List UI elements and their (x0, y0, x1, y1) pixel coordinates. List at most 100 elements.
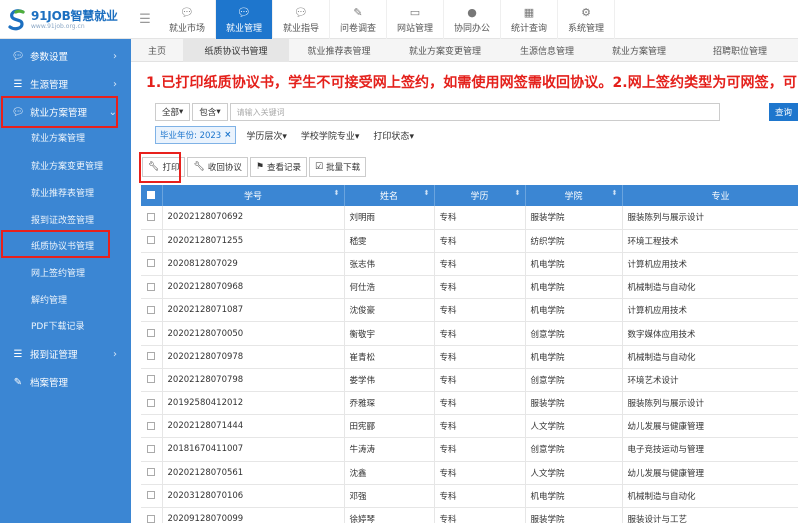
topnav-label: 统计查询 (510, 23, 547, 34)
table-row[interactable]: 20203128070106 邓强 专科 机电学院 机械制造与自动化 (141, 484, 798, 508)
table-row[interactable]: 20202128071255 嵇雯 专科 纺织学院 环境工程技术 (141, 229, 798, 253)
logo[interactable]: 91JOB智慧就业 www.91job.org.cn (0, 0, 131, 39)
graduation-year-chip[interactable]: 毕业年份: 2023 × (155, 126, 237, 144)
student-id-cell: 20202128071444 (162, 414, 345, 439)
row-checkbox[interactable] (141, 321, 163, 346)
school-major-filter[interactable]: 学校学院专业▾ (301, 129, 360, 142)
recall-label: 收回协议 (207, 163, 242, 173)
match-mode-select[interactable]: 包含 ▾ (192, 103, 228, 121)
filter-label: 学历层次 (246, 131, 283, 142)
student-id-cell: 2020812807029 (162, 252, 345, 277)
education-level-filter[interactable]: 学历层次▾ (246, 129, 287, 142)
table-row[interactable]: 2020812807029 张志伟 专科 机电学院 计算机应用技术 (141, 252, 798, 277)
row-checkbox[interactable] (141, 345, 163, 369)
students-table: 学号 ⬍ 姓名 ⬍ 学历 ⬍ 学院 ⬍ 专业 20202128070692 刘明雨 专科 服装… (141, 185, 798, 523)
topnav-employment-management[interactable]: 💬︎ 就业管理 (216, 0, 273, 39)
tab-employment-plan[interactable]: 就业方案管理 (593, 39, 685, 62)
recall-agreement-button[interactable]: 🔧︎ 收回协议 (187, 157, 248, 177)
topnav-survey[interactable]: ✎ 问卷调查 (330, 0, 387, 39)
table-row[interactable]: 20202128070561 沈鑫 专科 人文学院 幼儿发展与健康管理 (141, 461, 798, 485)
view-log-button[interactable]: ⚑ 查看记录 (249, 157, 307, 177)
topnav-system-management[interactable]: ⚙ 系统管理 (558, 0, 615, 39)
major-cell: 计算机应用技术 (622, 252, 798, 277)
tab-student-info[interactable]: 生源信息管理 (501, 39, 593, 62)
chat-icon: 💬︎ (180, 5, 194, 19)
topnav-job-market[interactable]: 💬︎ 就业市场 (159, 0, 216, 39)
batch-download-button[interactable]: ☑ 批量下载 (309, 157, 367, 177)
table-row[interactable]: 20181670411007 牛涛涛 专科 创意学院 电子竞技运动与管理 (141, 437, 798, 462)
checkbox (147, 329, 156, 338)
menu-toggle-icon[interactable]: ☰ (134, 0, 156, 39)
topnav-website-management[interactable]: ▭ 网站管理 (387, 0, 444, 39)
major-cell: 幼儿发展与健康管理 (622, 414, 798, 439)
close-icon[interactable]: × (224, 130, 231, 140)
sidebar: 💬︎ 参数设置 › ☰ 生源管理 › 💬︎ 就业方案管理 ⌄ 就业方案管理 就业… (0, 39, 131, 523)
sidebar-subitem-termination[interactable]: 解约管理 (0, 293, 131, 306)
filter-label: 学校学院专业 (300, 131, 355, 142)
column-name[interactable]: 姓名 ⬍ (344, 185, 435, 206)
table-row[interactable]: 20202128070978 崔青松 专科 机电学院 机械制造与自动化 (141, 345, 798, 369)
topnav-office[interactable]: ● 协同办公 (444, 0, 501, 39)
row-checkbox[interactable] (141, 275, 163, 300)
sidebar-item-archive[interactable]: ✎ 档案管理 (0, 372, 131, 392)
tab-paper-agreement[interactable]: 纸质协议书管理 (183, 39, 289, 62)
checkbox (147, 212, 156, 221)
column-major[interactable]: 专业 (622, 185, 798, 206)
major-cell: 电子竞技运动与管理 (622, 437, 798, 462)
row-checkbox[interactable] (141, 206, 163, 230)
tab-job-positions[interactable]: 招聘职位管理 (685, 39, 795, 62)
column-label: 学院 (564, 192, 583, 202)
major-cell: 机械制造与自动化 (622, 345, 798, 369)
topnav-statistics[interactable]: ▦ 统计查询 (501, 0, 558, 39)
row-checkbox[interactable] (141, 298, 163, 323)
row-checkbox[interactable] (141, 507, 163, 523)
sidebar-item-label: 报到证管理 (30, 350, 78, 361)
row-checkbox[interactable] (141, 437, 163, 462)
table-row[interactable]: 20202128070050 衡敬宇 专科 创意学院 数字媒体应用技术 (141, 321, 798, 346)
table-row[interactable]: 20202128070798 娄学伟 专科 创意学院 环境艺术设计 (141, 368, 798, 393)
row-checkbox[interactable] (141, 484, 163, 508)
scope-select[interactable]: 全部 ▾ (155, 103, 191, 121)
table-row[interactable]: 20202128071087 沈俊豪 专科 机电学院 计算机应用技术 (141, 298, 798, 323)
checkbox (147, 375, 156, 384)
name-cell: 沈鑫 (344, 461, 435, 485)
row-checkbox[interactable] (141, 414, 163, 439)
tab-home[interactable]: 主页 (131, 39, 183, 62)
education-cell: 专科 (434, 368, 526, 393)
row-checkbox[interactable] (141, 229, 163, 253)
sidebar-subitem-pdf-log[interactable]: PDF下载记录 (0, 319, 131, 332)
table-row[interactable]: 20209128070099 徐婷琴 专科 服装学院 服装设计与工艺 (141, 507, 798, 523)
table-row[interactable]: 20202128070968 何仕浩 专科 机电学院 机械制造与自动化 (141, 275, 798, 300)
sidebar-item-params[interactable]: 💬︎ 参数设置 › (0, 46, 131, 66)
wrench-icon: 🔧︎ (193, 162, 205, 172)
row-checkbox[interactable] (141, 252, 163, 277)
college-cell: 机电学院 (525, 298, 623, 323)
select-all-checkbox[interactable] (141, 185, 163, 206)
print-status-filter[interactable]: 打印状态▾ (373, 129, 414, 142)
column-college[interactable]: 学院 ⬍ (525, 185, 623, 206)
sidebar-subitem-recommendation[interactable]: 就业推荐表管理 (0, 186, 131, 199)
student-id-cell: 20202128071255 (162, 229, 345, 253)
table-row[interactable]: 20192580412012 乔雅琛 专科 服装学院 服装陈列与展示设计 (141, 391, 798, 416)
table-row[interactable]: 20202128070692 刘明雨 专科 服装学院 服装陈列与展示设计 (141, 206, 798, 230)
table-row[interactable]: 20202128071444 田宪郦 专科 人文学院 幼儿发展与健康管理 (141, 414, 798, 439)
student-id-cell: 20202128070050 (162, 321, 345, 346)
topnav-employment-guidance[interactable]: 💬︎ 就业指导 (273, 0, 330, 39)
top-nav: 💬︎ 就业市场 💬︎ 就业管理 💬︎ 就业指导 ✎ 问卷调查 ▭ 网站管理 ● 协同办公 ▦… (159, 0, 615, 39)
list-icon: ☰ (13, 78, 23, 90)
tab-plan-change[interactable]: 就业方案变更管理 (389, 39, 501, 62)
search-button[interactable]: 查询 (769, 103, 798, 121)
row-checkbox[interactable] (141, 391, 163, 416)
row-checkbox[interactable] (141, 461, 163, 485)
sidebar-item-student-source[interactable]: ☰ 生源管理 › (0, 74, 131, 94)
search-input[interactable]: 请输入关键词 (229, 103, 720, 121)
row-checkbox[interactable] (141, 368, 163, 393)
sidebar-subitem-plan-change[interactable]: 就业方案变更管理 (0, 159, 131, 172)
tab-recommendation[interactable]: 就业推荐表管理 (289, 39, 389, 62)
sidebar-item-report-cert[interactable]: ☰ 报到证管理 › (0, 344, 131, 364)
column-education[interactable]: 学历 ⬍ (434, 185, 526, 206)
sidebar-subitem-online-signing[interactable]: 网上签约管理 (0, 266, 131, 279)
column-student-id[interactable]: 学号 ⬍ (162, 185, 345, 206)
sidebar-subitem-plan-management[interactable]: 就业方案管理 (0, 131, 131, 144)
sidebar-subitem-report-change[interactable]: 报到证改签管理 (0, 213, 131, 226)
